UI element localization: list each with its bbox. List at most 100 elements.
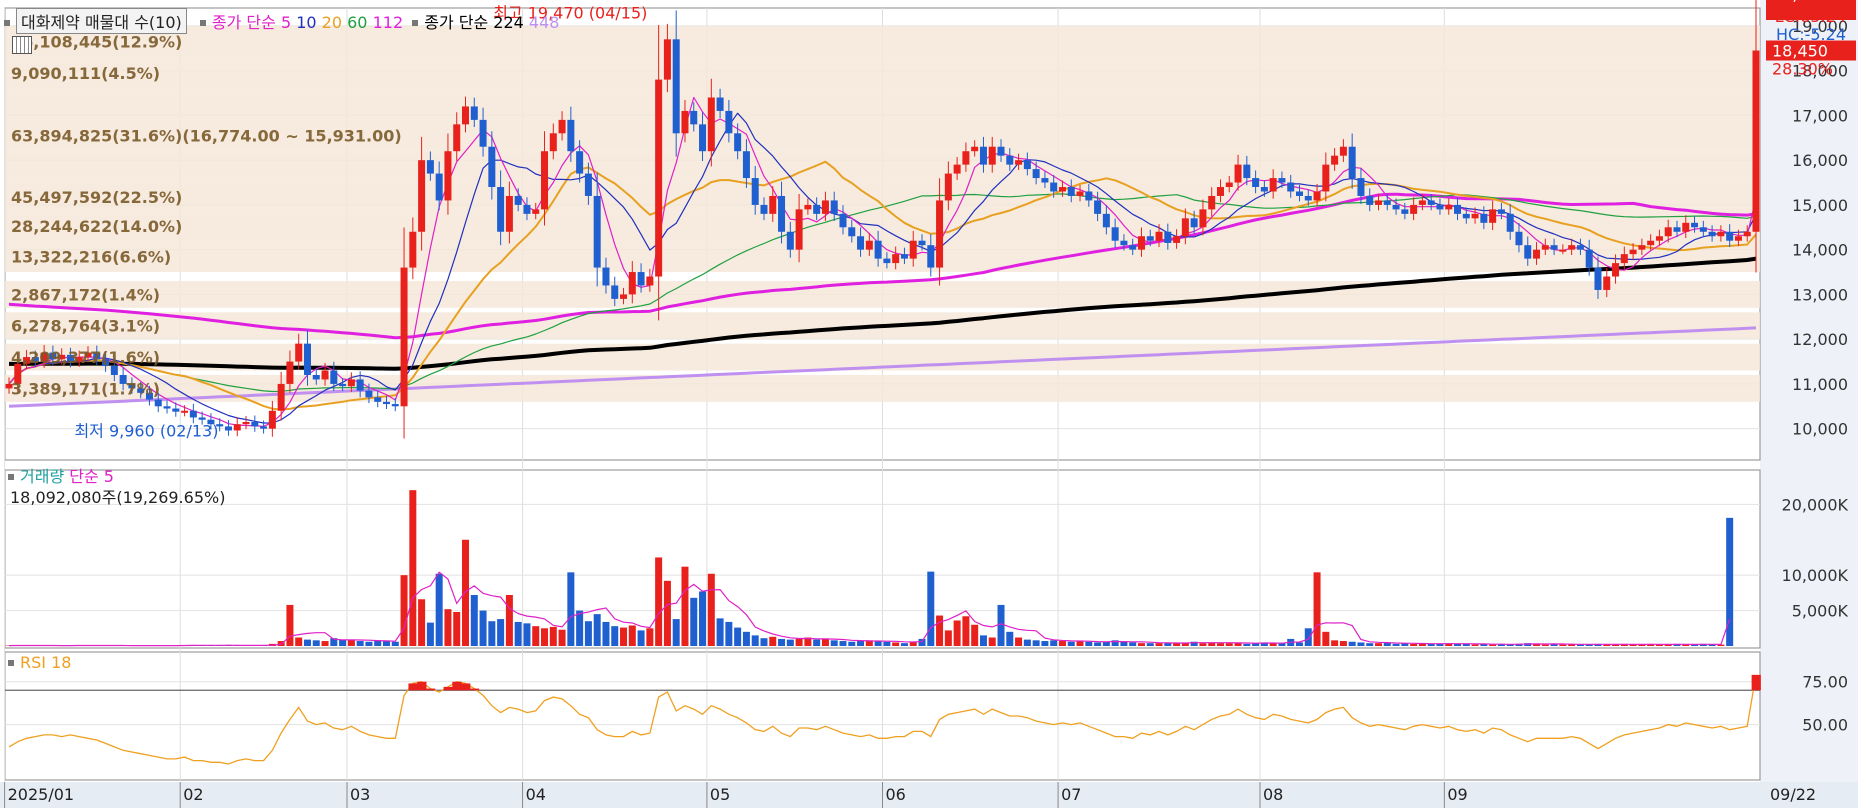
candle-up (1199, 209, 1207, 228)
candle-up (1234, 164, 1242, 183)
volume-bar (979, 635, 987, 646)
candle-down (1006, 155, 1014, 165)
candle-up (1717, 231, 1725, 237)
rsi-overbought-fill (408, 683, 418, 691)
volume-bar (453, 612, 461, 646)
date-tick-label: 04 (526, 785, 546, 804)
candle-down (716, 97, 724, 111)
candle-up (1418, 200, 1426, 205)
volume-bar (347, 640, 355, 646)
volume-bar (848, 641, 856, 646)
candle-up (1743, 231, 1751, 237)
volume-bar (1129, 642, 1137, 646)
candle-down (874, 240, 882, 259)
volume-profile-label: 63,894,825(31.6%)(16,774.00 ~ 15,931.00) (11, 127, 402, 146)
candle-up (971, 146, 979, 152)
current-pct-label: 28.30% (1772, 60, 1833, 79)
calendar-icon[interactable] (12, 36, 32, 54)
candle-up (1603, 276, 1611, 290)
candle-down (1102, 213, 1110, 228)
candle-up (1313, 191, 1321, 201)
stock-chart: 2025/01 02 03 04 05 06 07 08 09 09/22 10,000 11,000… (0, 0, 1858, 808)
candle-up (1612, 263, 1620, 277)
volume-bar (1006, 631, 1014, 646)
volume-bar (391, 641, 399, 646)
candle-up (558, 119, 566, 134)
rsi-menu-icon[interactable] (8, 659, 14, 666)
candle-up (233, 424, 241, 431)
candle-down (734, 133, 742, 152)
date-tick-label: 09 (1447, 785, 1467, 804)
volume-bar (655, 557, 663, 646)
volume-bar (558, 629, 566, 646)
volume-bar (1322, 631, 1330, 646)
candle-down (848, 227, 856, 237)
candle-down (1401, 209, 1409, 214)
candle-down (198, 417, 206, 420)
candle-down (602, 267, 610, 286)
volume-tick-label: 20,000K (1782, 495, 1849, 514)
candle-down (900, 254, 908, 259)
volume-bar (742, 631, 750, 646)
price-tick-label: 10,000 (1792, 420, 1848, 439)
candle-up (892, 254, 900, 264)
volume-profile-band (5, 374, 1760, 402)
volume-bar (997, 604, 1005, 646)
candle-down (1699, 227, 1707, 232)
price-tick-label: 13,000 (1792, 285, 1848, 304)
candle-down (1146, 236, 1154, 241)
candle-down (1129, 245, 1137, 250)
volume-bar (541, 628, 549, 646)
candle-up (1173, 236, 1181, 243)
candle-down (857, 236, 865, 250)
price-tick-label: 11,000 (1792, 375, 1848, 394)
candle-up (549, 133, 557, 152)
candle-down (391, 404, 399, 407)
volume-bar (1243, 643, 1251, 646)
candle-down (1392, 204, 1400, 210)
volume-bar (593, 614, 601, 646)
rsi-legend: RSI 18 (8, 653, 71, 672)
candle-up (936, 200, 944, 268)
candle-down (1278, 178, 1286, 183)
candle-up (347, 379, 355, 387)
date-tick-label: 07 (1061, 785, 1081, 804)
candle-down (830, 200, 838, 214)
panel-menu-icon[interactable] (4, 19, 10, 26)
candle-down (514, 195, 522, 205)
candle-up (1620, 254, 1628, 264)
candle-down (1366, 195, 1374, 205)
candle-down (725, 110, 733, 134)
chart-title[interactable]: 대화제약 매물대 수(10) (16, 8, 187, 34)
candle-down (356, 379, 364, 391)
candle-down (1550, 245, 1558, 250)
candle-down (339, 383, 347, 387)
volume-bar (479, 610, 487, 646)
volume-bar (444, 609, 452, 646)
rsi-overbought-fill (425, 688, 436, 691)
volume-bar (1471, 644, 1479, 646)
candle-down (1594, 267, 1602, 290)
candle-down (1506, 213, 1514, 232)
candle-up (1322, 164, 1330, 192)
candle-down (251, 421, 259, 427)
volume-bar (1137, 643, 1145, 646)
ma60-label: 60 (347, 13, 368, 32)
candle-down (1287, 182, 1295, 192)
volume-profile-label: 9,090,111(4.5%) (11, 64, 160, 83)
rsi-tick-label: 75.00 (1802, 673, 1848, 692)
candle-up (988, 146, 996, 165)
candle-up (181, 410, 189, 413)
candle-down (435, 173, 443, 201)
volume-bar (1541, 644, 1549, 646)
candle-up (1225, 182, 1233, 188)
candle-down (1023, 160, 1031, 170)
candle-down (1041, 178, 1049, 183)
candle-up (541, 151, 549, 210)
ma2-menu-icon[interactable] (412, 19, 419, 26)
candle-down (742, 151, 750, 179)
price-legend: 대화제약 매물대 수(10) 종가 단순 5 10 20 60 112 종가 단… (4, 8, 559, 34)
ma-menu-icon[interactable] (199, 19, 206, 26)
rsi-tick-label: 50.00 (1802, 716, 1848, 735)
volume-menu-icon[interactable] (8, 473, 14, 480)
